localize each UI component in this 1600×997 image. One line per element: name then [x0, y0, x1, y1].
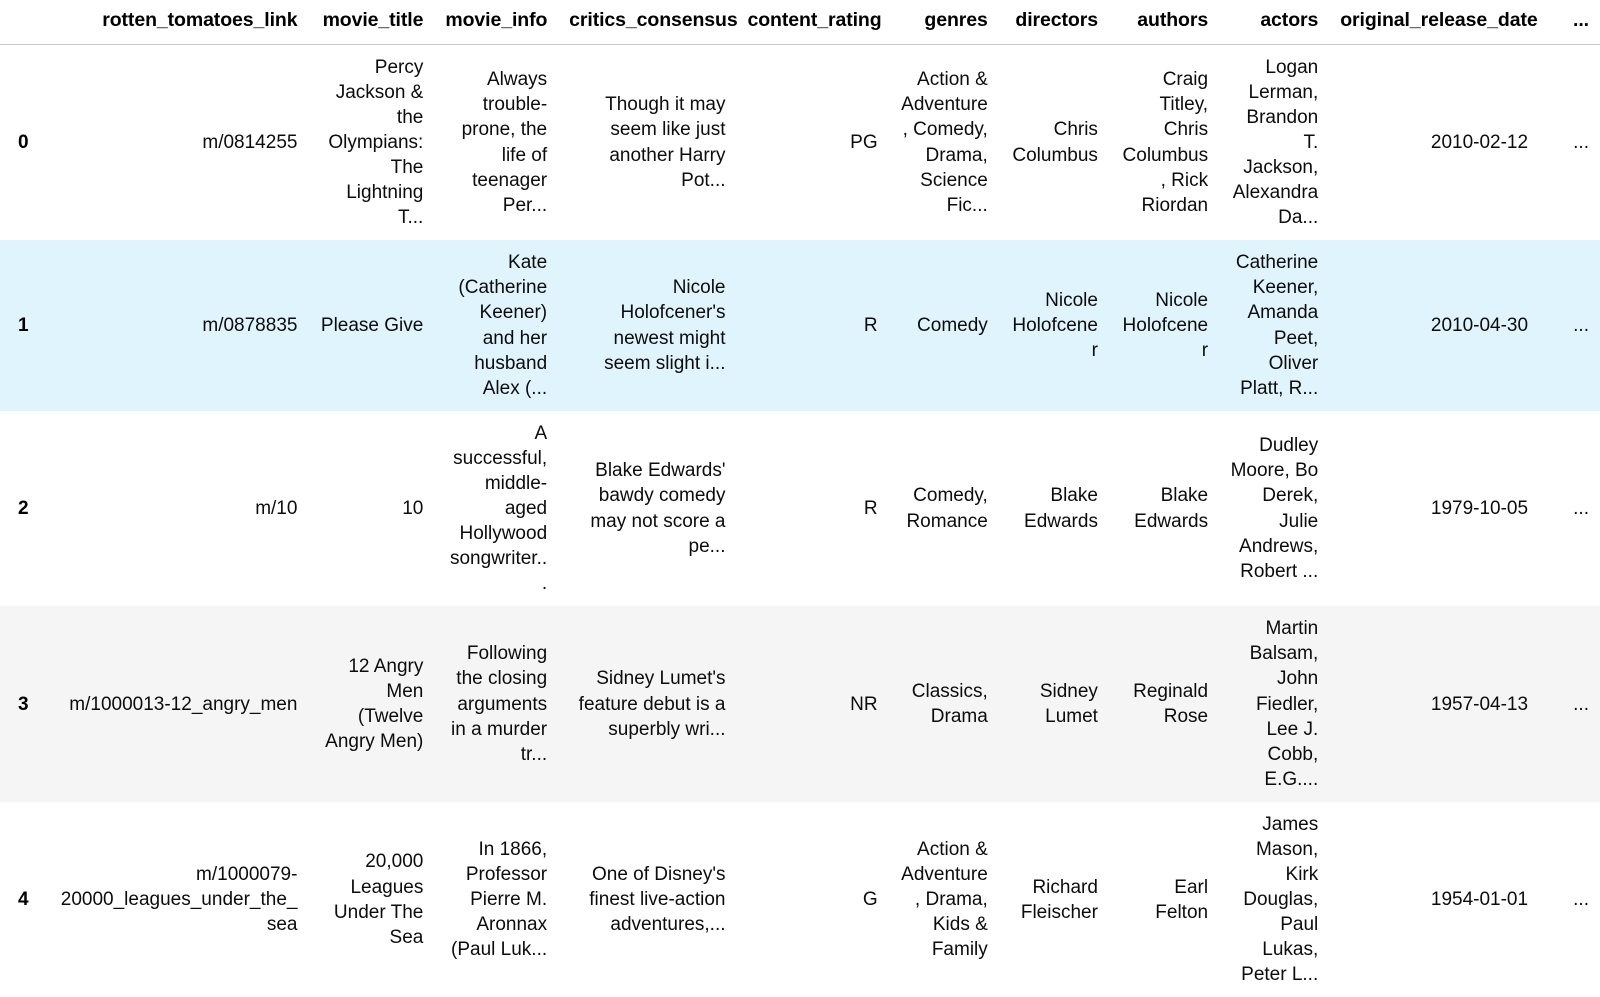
header-row: rotten_tomatoes_link movie_title movie_inf… [0, 0, 1600, 45]
cell-actors: James Mason, Kirk Douglas, Paul Lukas, P… [1241, 813, 1319, 986]
cell-movie-title: Percy Jackson & the Olympians: The Light… [328, 56, 424, 229]
table-row[interactable]: 2 m/10 10 A successful, middle-aged Hollywo… [0, 410, 1600, 607]
cell-genres: Action & Adventure, Comedy, Drama, Scien… [901, 69, 988, 216]
cell-directors: Richard Fleischer [1020, 876, 1098, 923]
table-header: rotten_tomatoes_link movie_title movie_inf… [0, 0, 1600, 45]
cell-rotten-tomatoes-link: m/0878835 [202, 314, 298, 336]
cell-content-rating: PG [850, 131, 878, 153]
cell-critics-consensus: Blake Edwards' bawdy comedy may not scor… [590, 460, 726, 557]
cell-actors: Logan Lerman, Brandon T. Jackson, Alexan… [1232, 56, 1319, 229]
cell-critics-consensus: Nicole Holofcener's newest might seem sl… [604, 277, 726, 374]
cell-rotten-tomatoes-link: m/1000079-20000_leagues_under_the_sea [60, 864, 298, 936]
table-row[interactable]: 0 m/0814255 Percy Jackson & the Olympians:… [0, 44, 1600, 241]
cell-critics-consensus: One of Disney's finest live-action adven… [589, 864, 726, 936]
cell-genres: Comedy [917, 314, 988, 336]
cell-content-rating: NR [850, 693, 878, 715]
cell-content-rating: G [862, 889, 878, 911]
cell-authors: Blake Edwards [1134, 485, 1209, 532]
column-header-original-release-date[interactable]: original_release_date [1329, 0, 1540, 45]
table-row[interactable]: 3 m/1000013-12_angry_men 12 Angry Men (Twe… [0, 606, 1600, 802]
cell-original-release-date: 2010-04-30 [1430, 314, 1529, 336]
cell-critics-consensus: Sidney Lumet's feature debut is a superb… [578, 668, 726, 740]
cell-ellipsis: ... [1573, 693, 1589, 715]
cell-movie-info: Kate (Catherine Keener) and her husband … [458, 252, 548, 399]
cell-genres: Classics, Drama [911, 680, 988, 728]
cell-movie-info: A successful, middle-aged Hollywood song… [449, 422, 548, 595]
cell-ellipsis: ... [1573, 889, 1589, 911]
cell-movie-info: Always trouble-prone, the life of teenag… [461, 69, 548, 216]
cell-directors: Chris Columbus [1012, 119, 1098, 166]
cell-authors: Nicole Holofcener [1122, 289, 1209, 362]
cell-genres: Comedy, Romance [906, 485, 988, 532]
cell-directors: Sidney Lumet [1039, 680, 1098, 728]
cell-content-rating: R [863, 497, 878, 519]
column-header-directors[interactable]: directors [998, 0, 1109, 45]
cell-authors: Earl Felton [1155, 876, 1209, 923]
dataframe-table: rotten_tomatoes_link movie_title movie_inf… [0, 0, 1600, 997]
column-header-content-rating[interactable]: content_rating [736, 0, 889, 45]
cell-movie-title: Please Give [320, 314, 424, 336]
row-index-label: 4 [18, 889, 29, 911]
column-header-index [0, 0, 45, 45]
cell-movie-title: 20,000 Leagues Under The Sea [333, 851, 424, 948]
cell-original-release-date: 1957-04-13 [1430, 693, 1529, 715]
column-header-movie-info[interactable]: movie_info [434, 0, 559, 45]
cell-rotten-tomatoes-link: m/0814255 [202, 131, 298, 153]
cell-actors: Martin Balsam, John Fiedler, Lee J. Cobb… [1249, 618, 1319, 790]
cell-movie-info: In 1866, Professor Pierre M. Aronnax (Pa… [451, 838, 548, 961]
cell-movie-title: 10 [402, 497, 424, 519]
cell-ellipsis: ... [1573, 314, 1589, 336]
cell-movie-title: 12 Angry Men (Twelve Angry Men) [325, 655, 424, 753]
row-index-label: 2 [18, 497, 29, 519]
cell-authors: Craig Titley, Chris Columbus, Rick Riord… [1122, 69, 1209, 216]
cell-actors: Catherine Keener, Amanda Peet, Oliver Pl… [1235, 252, 1319, 399]
cell-original-release-date: 1954-01-01 [1430, 889, 1529, 911]
cell-actors: Dudley Moore, Bo Derek, Julie Andrews, R… [1230, 435, 1319, 582]
column-header-genres[interactable]: genres [888, 0, 999, 45]
table-body: 0 m/0814255 Percy Jackson & the Olympians:… [0, 44, 1600, 997]
row-index-label: 0 [18, 131, 29, 153]
cell-authors: Reginald Rose [1133, 680, 1209, 728]
cell-directors: Nicole Holofcener [1012, 289, 1098, 362]
column-header-critics-consensus[interactable]: critics_consensus [558, 0, 738, 45]
column-header-authors[interactable]: authors [1108, 0, 1220, 45]
cell-ellipsis: ... [1573, 497, 1589, 519]
row-index-label: 1 [18, 314, 29, 336]
cell-rotten-tomatoes-link: m/1000013-12_angry_men [69, 693, 298, 715]
cell-rotten-tomatoes-link: m/10 [255, 497, 298, 519]
cell-genres: Action & Adventure, Drama, Kids & Family [901, 838, 988, 961]
cell-critics-consensus: Though it may seem like just another Har… [605, 94, 726, 191]
cell-directors: Blake Edwards [1024, 485, 1098, 532]
cell-original-release-date: 1979-10-05 [1430, 497, 1529, 519]
cell-content-rating: R [863, 314, 878, 336]
cell-original-release-date: 2010-02-12 [1430, 131, 1529, 153]
table-row[interactable]: 4 m/1000079-20000_leagues_under_the_sea 20… [0, 801, 1600, 997]
cell-movie-info: Following the closing arguments in a mur… [451, 643, 548, 765]
column-header-rotten-tomatoes-link[interactable]: rotten_tomatoes_link [44, 0, 309, 45]
table-row[interactable]: 1 m/0878835 Please Give Kate (Catherine Kee… [0, 240, 1600, 411]
cell-ellipsis: ... [1573, 131, 1589, 153]
column-header-actors[interactable]: actors [1219, 0, 1330, 45]
row-index-label: 3 [18, 693, 29, 715]
column-header-movie-title[interactable]: movie_title [308, 0, 435, 45]
column-header-ellipsis[interactable]: ... [1539, 0, 1600, 45]
